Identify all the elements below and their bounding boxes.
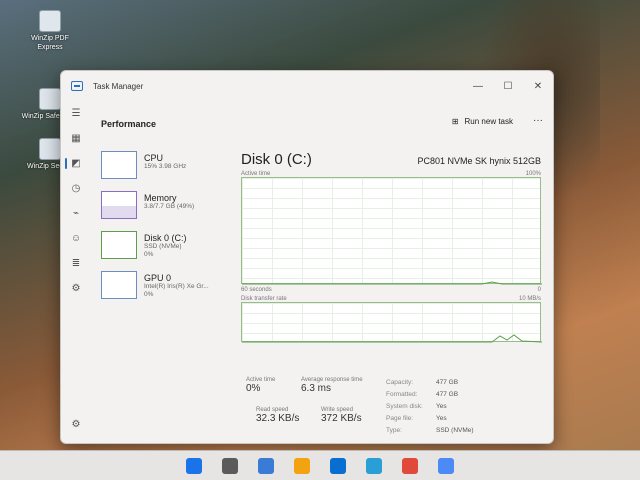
more-options-button[interactable]: ··· (533, 115, 543, 126)
chrome-icon[interactable] (438, 457, 454, 474)
perf-item-name: Disk 0 (C:) (144, 233, 187, 243)
gpu-thumbnail-graph (101, 271, 137, 299)
stat-write-speed: Write speed 372 KB/s (321, 407, 362, 424)
memory-thumbnail-graph (101, 191, 137, 219)
stat-active-time: Active time 0% (246, 377, 275, 394)
prop-key: Capacity: (386, 379, 414, 386)
search-icon[interactable] (222, 457, 238, 474)
perf-item-name: Memory (144, 193, 177, 203)
stat-value: 0% (246, 383, 261, 394)
prop-key: Formatted: (386, 391, 418, 398)
settings-icon[interactable]: ⚙ (61, 412, 91, 437)
cpu-thumbnail-graph (101, 151, 137, 179)
perf-item-name: CPU (144, 153, 164, 163)
start-icon[interactable] (186, 457, 202, 474)
perf-item-cpu[interactable]: CPU 15% 3.98 GHz (101, 151, 231, 191)
prop-key: System disk: (386, 403, 423, 410)
run-task-icon: ⊞ (451, 117, 459, 126)
perf-item-sub2: 0% (144, 291, 154, 298)
disk-detail-panel: Disk 0 (C:) PC801 NVMe SK hynix 512GB Ac… (241, 151, 542, 343)
stat-value: 32.3 KB/s (256, 413, 300, 424)
stat-value: 372 KB/s (321, 413, 362, 424)
desktop-icon-label: WinZip PDF Express (31, 35, 69, 51)
prop-value: SSD (NVMe) (436, 427, 474, 434)
services-icon[interactable]: ⚙ (61, 276, 91, 301)
perf-item-sub: 3.8/7.7 GB (49%) (144, 203, 195, 210)
prop-value: Yes (436, 415, 447, 422)
perf-item-memory[interactable]: Memory 3.8/7.7 GB (49%) (101, 191, 231, 231)
safeshare-icon (39, 88, 61, 110)
users-icon[interactable]: ☺ (61, 226, 91, 251)
run-new-task-label: Run new task (464, 117, 513, 126)
perf-item-disk[interactable]: Disk 0 (C:) SSD (NVMe) 0% (101, 231, 231, 271)
processes-icon[interactable]: ▦ (61, 126, 91, 151)
menu-icon[interactable]: ☰ (61, 101, 91, 126)
maximize-button[interactable]: ☐ (493, 76, 523, 96)
page-title: Performance (101, 119, 157, 129)
prop-value: 477 GB (436, 379, 459, 386)
minimize-button[interactable]: — (463, 76, 493, 96)
task-manager-icon (71, 81, 83, 91)
store-icon[interactable] (366, 457, 382, 474)
close-button[interactable]: ✕ (523, 76, 553, 96)
prop-key: Type: (386, 427, 402, 434)
stat-value: 6.3 ms (301, 383, 332, 394)
edge-icon[interactable] (330, 457, 346, 474)
task-manager-window: Task Manager — ☐ ✕ ☰ ▦ ◩ ◷ ⌁ ☺ ≣ ⚙ ⚙ Per… (60, 70, 554, 444)
prop-key: Page file: (386, 415, 414, 422)
disk-model: PC801 NVMe SK hynix 512GB (417, 156, 541, 166)
active-time-graph (241, 177, 542, 285)
performance-icon[interactable]: ◩ (61, 151, 91, 176)
perf-item-sub: SSD (NVMe) (144, 243, 182, 250)
app-history-icon[interactable]: ◷ (61, 176, 91, 201)
taskbar (0, 450, 640, 480)
perf-item-name: GPU 0 (144, 273, 172, 283)
disk-thumbnail-graph (101, 231, 137, 259)
startup-icon[interactable]: ⌁ (61, 201, 91, 226)
pdf-icon (39, 10, 61, 32)
stat-read-speed: Read speed 32.3 KB/s (256, 407, 299, 424)
file-explorer-icon[interactable] (294, 457, 310, 474)
disk-stats: Active time 0% Average response time 6.3… (246, 377, 536, 443)
run-new-task-button[interactable]: ⊞ Run new task (452, 117, 513, 126)
prop-value: Yes (436, 403, 447, 410)
perf-item-gpu[interactable]: GPU 0 Intel(R) Iris(R) Xe Gr... 0% (101, 271, 231, 311)
performance-list: CPU 15% 3.98 GHz Memory 3.8/7.7 GB (49%)… (101, 151, 231, 311)
prop-value: 477 GB (436, 391, 459, 398)
zero-label: 0 (537, 287, 541, 293)
desktop-icon-winzip-pdf[interactable]: WinZip PDF Express (20, 10, 80, 52)
title-bar[interactable]: Task Manager — ☐ ✕ (61, 71, 553, 101)
details-icon[interactable]: ≣ (61, 251, 91, 276)
perf-item-sub: Intel(R) Iris(R) Xe Gr... (144, 283, 209, 290)
task-view-icon[interactable] (258, 457, 274, 474)
transfer-rate-line (242, 334, 542, 343)
seconds-label: 60 seconds (241, 287, 272, 293)
left-nav: ☰ ▦ ◩ ◷ ⌁ ☺ ≣ ⚙ ⚙ (61, 101, 91, 443)
perf-item-sub2: 0% (144, 251, 154, 258)
stat-response-time: Average response time 6.3 ms (301, 377, 363, 394)
perf-item-sub: 15% 3.98 GHz (144, 163, 187, 170)
transfer-rate-graph (241, 302, 542, 343)
app-icon[interactable] (402, 457, 418, 474)
active-time-line (242, 281, 542, 285)
lock-icon (39, 138, 61, 160)
window-title: Task Manager (93, 81, 144, 91)
disk-properties: Capacity: 477 GB Formatted: 477 GB System … (386, 377, 474, 437)
